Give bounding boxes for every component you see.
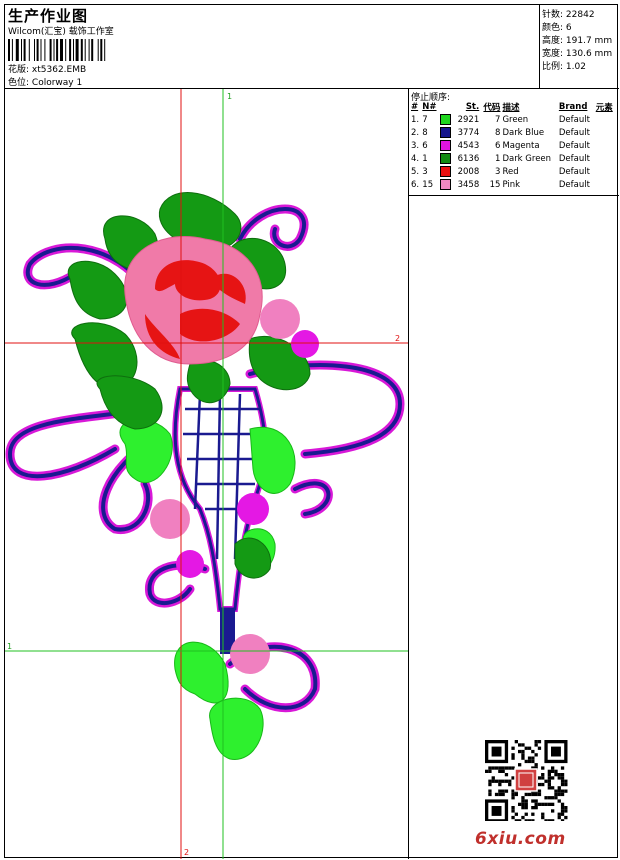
cell-swatch bbox=[439, 139, 453, 152]
design-file-row: 花版: xt5362.EMB bbox=[8, 62, 86, 75]
cell-code: 15 bbox=[489, 179, 501, 190]
cell-brand: Default bbox=[558, 153, 590, 164]
col-description: 描述 bbox=[502, 103, 520, 113]
cell-description: Dark Green bbox=[502, 153, 552, 164]
color-swatch bbox=[440, 179, 452, 190]
rose-flower bbox=[124, 235, 263, 365]
cell-number: 4. bbox=[411, 153, 420, 164]
design-file-value: xt5362.EMB bbox=[31, 65, 87, 75]
cell-swatch bbox=[439, 178, 453, 191]
colorway-row: 色位: Colorway 1 bbox=[8, 75, 82, 88]
cell-brand: Default bbox=[558, 179, 590, 190]
cell-code: 6 bbox=[495, 140, 501, 151]
colorway-label: 色位: bbox=[8, 78, 30, 88]
col-code: 代码 bbox=[483, 103, 501, 113]
cell-code: 8 bbox=[495, 127, 501, 138]
cell-stitches: 3774 bbox=[457, 127, 480, 138]
stat-colors: 颜色: 6 bbox=[542, 23, 572, 33]
color-swatch bbox=[440, 114, 452, 125]
cell-element bbox=[595, 113, 616, 126]
guide-label-red-bottom: 2 bbox=[184, 848, 189, 857]
cell-brand: Default bbox=[558, 127, 590, 138]
col-brand: Brand bbox=[558, 102, 588, 112]
cell-swatch bbox=[439, 113, 453, 126]
cell-swatch bbox=[439, 165, 453, 178]
cell-stitches: 3458 bbox=[457, 179, 480, 190]
cell-number: 2. bbox=[411, 127, 420, 138]
guide-label-red-right: 2 bbox=[395, 334, 400, 343]
col-needle: N# bbox=[422, 102, 437, 112]
cell-code: 7 bbox=[495, 114, 501, 125]
cell-number: 1. bbox=[411, 114, 420, 125]
col-element: 元素 bbox=[595, 103, 613, 113]
barcode bbox=[8, 39, 106, 61]
col-stitches: St. bbox=[465, 102, 480, 112]
cell-element bbox=[595, 178, 616, 191]
cell-needle: 8 bbox=[422, 127, 428, 138]
cell-brand: Default bbox=[558, 140, 590, 151]
cell-number: 6. bbox=[411, 179, 420, 190]
colorway-value: Colorway 1 bbox=[31, 78, 83, 88]
production-sheet: 生产作业图 Wilcom(汇宝) 载饰工作室 花版: xt5362.EMB 色位… bbox=[4, 4, 619, 859]
cell-element bbox=[595, 165, 616, 178]
cell-swatch bbox=[439, 126, 453, 139]
color-swatch bbox=[440, 153, 452, 164]
cell-element bbox=[595, 152, 616, 165]
guide-label-green-left: 1 bbox=[7, 642, 12, 651]
cell-number: 3. bbox=[411, 140, 420, 151]
studio-name: Wilcom(汇宝) 载饰工作室 bbox=[8, 27, 114, 37]
color-stop-panel: 停止顺序: # N# St. 代码 描述 Brand 元素 1. 7 2921 7 Gr… bbox=[409, 89, 619, 859]
cell-description: Pink bbox=[502, 179, 521, 190]
cell-element bbox=[595, 126, 616, 139]
cell-stitches: 4543 bbox=[457, 140, 480, 151]
col-swatch bbox=[439, 101, 453, 113]
cell-description: Dark Blue bbox=[502, 127, 545, 138]
cell-swatch bbox=[439, 152, 453, 165]
stat-height: 高度: 191.7 mm bbox=[542, 36, 613, 46]
watermark-logo: 6xiu.com bbox=[475, 829, 566, 849]
cell-needle: 7 bbox=[422, 114, 428, 125]
stat-width: 宽度: 130.6 mm bbox=[542, 49, 613, 59]
color-swatch bbox=[440, 140, 452, 151]
table-row: 1. 7 2921 7 Green Default bbox=[410, 113, 616, 126]
design-stats: 针数: 22842 颜色: 6 高度: 191.7 mm 宽度: 130.6 m… bbox=[540, 5, 619, 89]
guide-label-green-top: 1 bbox=[227, 92, 232, 101]
cell-description: Red bbox=[502, 166, 519, 177]
cell-needle: 1 bbox=[422, 153, 428, 164]
stat-stitches: 针数: 22842 bbox=[542, 10, 595, 20]
cell-description: Magenta bbox=[502, 140, 540, 151]
stat-scale: 比例: 1.02 bbox=[542, 62, 586, 72]
cell-stitches: 2921 bbox=[457, 114, 480, 125]
panel-divider bbox=[409, 195, 619, 196]
cell-code: 3 bbox=[495, 166, 501, 177]
header-info: 生产作业图 Wilcom(汇宝) 载饰工作室 花版: xt5362.EMB 色位… bbox=[5, 5, 540, 89]
color-swatch bbox=[440, 127, 452, 138]
stop-sequence-table: # N# St. 代码 描述 Brand 元素 1. 7 2921 7 Green Def… bbox=[410, 101, 616, 191]
qr-code bbox=[483, 739, 569, 821]
cell-needle: 3 bbox=[422, 166, 428, 177]
table-row: 4. 1 6136 1 Dark Green Default bbox=[410, 152, 616, 165]
table-row: 2. 8 3774 8 Dark Blue Default bbox=[410, 126, 616, 139]
table-row: 6. 15 3458 15 Pink Default bbox=[410, 178, 616, 191]
cell-element bbox=[595, 139, 616, 152]
cell-needle: 6 bbox=[422, 140, 428, 151]
table-row: 5. 3 2008 3 Red Default bbox=[410, 165, 616, 178]
cell-stitches: 6136 bbox=[457, 153, 480, 164]
cell-needle: 15 bbox=[422, 179, 434, 190]
table-row: 3. 6 4543 6 Magenta Default bbox=[410, 139, 616, 152]
col-number: # bbox=[411, 102, 419, 112]
cell-brand: Default bbox=[558, 114, 590, 125]
embroidery-preview: 1 2 1 2 bbox=[5, 89, 408, 859]
table-header-row: # N# St. 代码 描述 Brand 元素 bbox=[410, 101, 616, 113]
cell-code: 1 bbox=[495, 153, 501, 164]
cell-brand: Default bbox=[558, 166, 590, 177]
cell-number: 5. bbox=[411, 166, 420, 177]
cell-stitches: 2008 bbox=[457, 166, 480, 177]
design-canvas: 1 2 1 2 bbox=[5, 89, 409, 859]
cell-description: Green bbox=[502, 114, 529, 125]
page-title: 生产作业图 bbox=[8, 7, 89, 25]
color-swatch bbox=[440, 166, 452, 177]
design-label: 花版: bbox=[8, 65, 30, 75]
